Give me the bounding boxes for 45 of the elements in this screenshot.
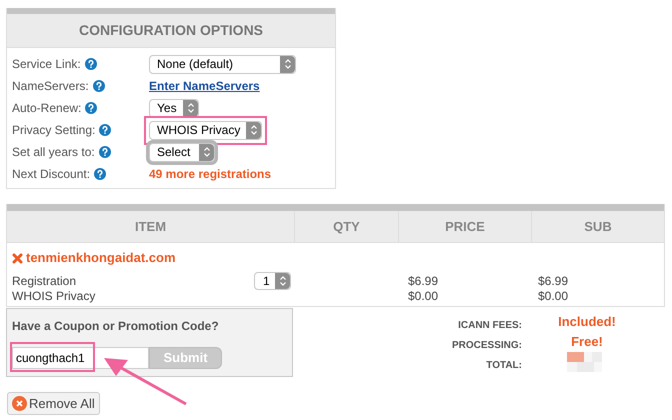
help-icon[interactable]: [99, 124, 112, 136]
column-header: QTY: [333, 218, 360, 236]
total-value: Included!: [558, 313, 616, 331]
total-label: ICANN FEES:: [458, 320, 522, 331]
coupon-field[interactable]: cuongthach1: [12, 347, 149, 369]
subtotal-cell: $0.00: [538, 288, 568, 302]
option-label: Service Link:: [12, 56, 81, 73]
panel-title: CONFIGURATION OPTIONS: [78, 21, 264, 40]
dropdown[interactable]: Yes: [149, 98, 199, 118]
remove-all-button[interactable]: Remove All: [7, 392, 100, 415]
stepper-icon: [280, 56, 295, 72]
stepper-icon: [183, 100, 198, 116]
help-icon[interactable]: [92, 80, 105, 92]
stepper-icon: [275, 272, 290, 288]
help-icon[interactable]: [94, 168, 106, 180]
column-header: SUB: [584, 218, 612, 236]
help-icon[interactable]: [85, 102, 98, 114]
column-header: PRICE: [445, 218, 485, 236]
remove-x-icon[interactable]: [12, 252, 23, 264]
price-cell: $0.00: [408, 288, 438, 302]
quantity-dropdown[interactable]: 1: [254, 272, 291, 290]
option-label: Auto-Renew:: [12, 100, 82, 117]
option-label: Set all years to:: [12, 144, 95, 161]
dropdown[interactable]: WHOIS Privacy: [149, 120, 262, 140]
total-value: Free!: [571, 333, 603, 351]
total-label: TOTAL:: [486, 360, 522, 371]
coupon-title: Have a Coupon or Promotion Code?: [12, 319, 219, 333]
dropdown[interactable]: None (default): [149, 54, 296, 74]
option-label: Privacy Setting:: [12, 122, 96, 139]
line-item-name: WHOIS Privacy: [12, 288, 96, 304]
stepper-icon: [246, 122, 261, 138]
line-item-name: Registration: [12, 272, 78, 290]
help-icon[interactable]: [84, 58, 97, 70]
help-icon[interactable]: [98, 146, 111, 158]
discount-note: 49 more registrations: [149, 166, 272, 183]
stepper-icon: [199, 144, 214, 160]
option-label: Next Discount:: [12, 166, 90, 183]
price-cell: $6.99: [408, 274, 438, 288]
option-label: NameServers:: [12, 78, 89, 95]
close-icon: [12, 396, 27, 411]
domain-name: tenmienkhongaidat.com: [26, 249, 176, 268]
enter-nameservers-link[interactable]: Enter NameServers: [149, 77, 260, 95]
column-header: ITEM: [134, 218, 166, 236]
total-label: PROCESSING:: [452, 340, 522, 351]
subtotal-cell: $6.99: [538, 274, 568, 288]
